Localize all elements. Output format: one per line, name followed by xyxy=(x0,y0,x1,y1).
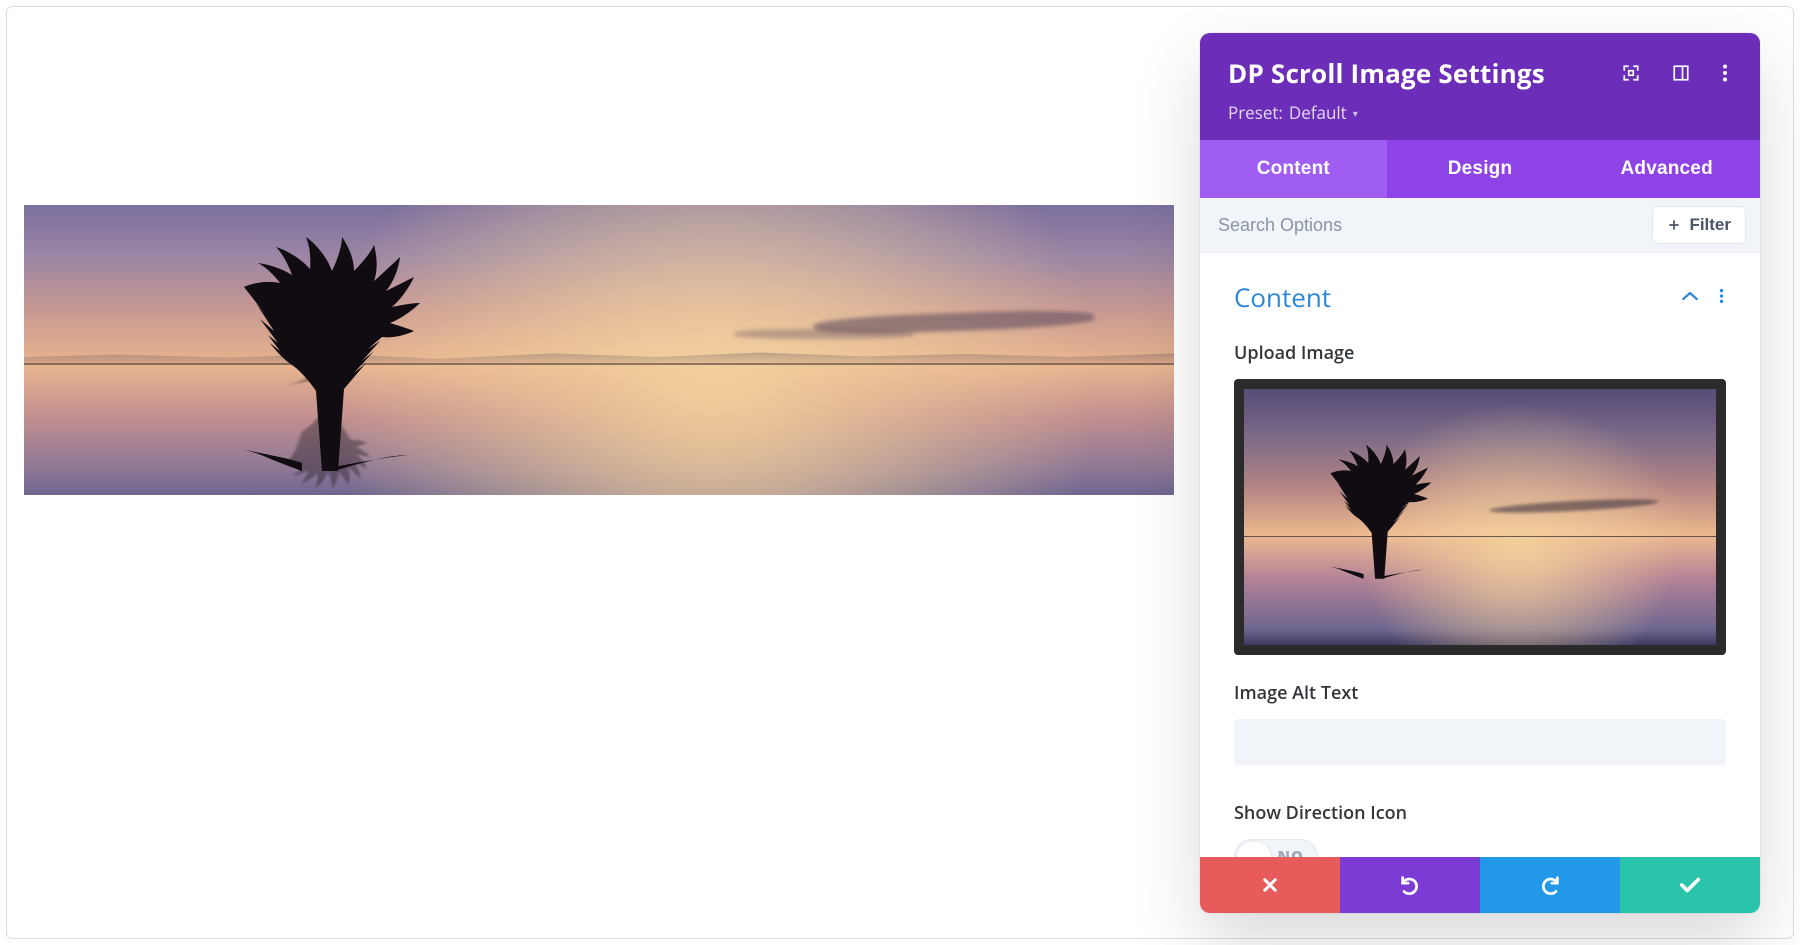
undo-icon xyxy=(1399,874,1421,896)
snap-layout-button[interactable] xyxy=(1668,60,1694,86)
tab-content[interactable]: Content xyxy=(1200,140,1387,198)
close-icon xyxy=(1261,876,1279,894)
preset-value: Default xyxy=(1289,101,1347,124)
redo-button[interactable] xyxy=(1480,857,1620,913)
upload-image-button[interactable] xyxy=(1234,379,1726,655)
chevron-up-icon xyxy=(1681,290,1699,302)
section-title: Content xyxy=(1234,279,1331,315)
sky-gradient xyxy=(24,205,1174,495)
more-vertical-icon xyxy=(1719,287,1724,305)
upload-image-label: Upload Image xyxy=(1234,341,1726,365)
panel-header: DP Scroll Image Settings xyxy=(1200,33,1760,140)
more-options-button[interactable] xyxy=(1718,60,1732,86)
tabs: Content Design Advanced xyxy=(1200,140,1760,198)
tab-design[interactable]: Design xyxy=(1387,140,1574,198)
filter-button[interactable]: Filter xyxy=(1652,206,1746,244)
tree-reflection xyxy=(184,365,464,495)
image-alt-input[interactable] xyxy=(1234,719,1726,765)
redo-icon xyxy=(1539,874,1561,896)
collapse-section-button[interactable] xyxy=(1679,288,1701,307)
cloud xyxy=(734,329,914,339)
section-header: Content xyxy=(1234,253,1726,333)
settings-panel: DP Scroll Image Settings xyxy=(1200,33,1760,913)
preset-selector[interactable]: Preset: Default ▾ xyxy=(1228,101,1732,124)
sidebar-layout-icon xyxy=(1672,64,1690,82)
preset-label: Preset: xyxy=(1228,101,1283,124)
more-vertical-icon xyxy=(1722,64,1728,82)
panel-title: DP Scroll Image Settings xyxy=(1228,55,1545,91)
upload-image-preview xyxy=(1244,389,1716,645)
canvas: DP Scroll Image Settings xyxy=(0,0,1800,945)
toggle-knob xyxy=(1237,842,1271,857)
image-alt-label: Image Alt Text xyxy=(1234,681,1726,705)
plus-icon xyxy=(1667,218,1681,232)
filter-label: Filter xyxy=(1689,215,1731,235)
toggle-state: NO xyxy=(1278,847,1304,857)
tree-silhouette xyxy=(1296,422,1456,606)
fullscreen-icon xyxy=(1622,64,1640,82)
panel-footer xyxy=(1200,857,1760,913)
preview-scroll-image xyxy=(24,205,1174,495)
show-direction-toggle[interactable]: NO xyxy=(1234,839,1318,857)
undo-button[interactable] xyxy=(1340,857,1480,913)
search-row: Filter xyxy=(1200,198,1760,253)
caret-down-icon: ▾ xyxy=(1353,106,1358,120)
panel-scroll[interactable]: Content Upload Image xyxy=(1200,253,1760,857)
search-input[interactable] xyxy=(1200,199,1648,252)
expand-fullscreen-button[interactable] xyxy=(1618,60,1644,86)
save-button[interactable] xyxy=(1620,857,1760,913)
section-more-button[interactable] xyxy=(1717,285,1726,310)
check-icon xyxy=(1679,876,1701,894)
show-direction-label: Show Direction Icon xyxy=(1234,801,1726,825)
cancel-button[interactable] xyxy=(1200,857,1340,913)
tab-advanced[interactable]: Advanced xyxy=(1573,140,1760,198)
